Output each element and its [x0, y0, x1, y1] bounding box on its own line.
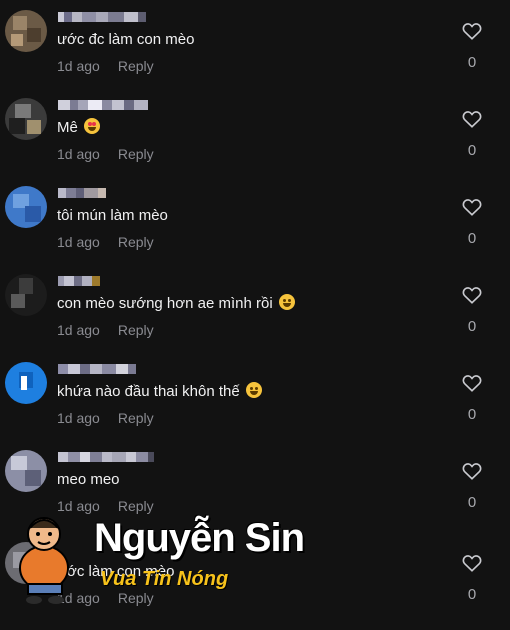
heart-eyes-emoji [84, 118, 101, 134]
like-count: 0 [467, 230, 477, 247]
like-button[interactable] [460, 462, 484, 480]
like-button[interactable] [460, 110, 484, 128]
avatar[interactable] [5, 10, 47, 52]
heart-icon [462, 199, 482, 216]
reply-button[interactable]: Reply [118, 146, 154, 162]
reply-button[interactable]: Reply [118, 58, 154, 74]
heart-icon [462, 111, 482, 128]
comment-text: tôi mún làm mèo [57, 207, 168, 224]
comment-text: meo meo [57, 471, 120, 488]
username-blurred[interactable] [58, 364, 136, 376]
comment-meta: 1d ago Reply [57, 410, 154, 426]
laughing-emoji [245, 382, 262, 398]
avatar[interactable] [5, 186, 47, 228]
comment-item: Mê 1d ago Reply 0 [0, 98, 510, 186]
comment-time: 1d ago [57, 146, 100, 162]
comment-text: con mèo sướng hơn ae mình rồi [57, 294, 295, 314]
comment-time: 1d ago [57, 322, 100, 338]
avatar[interactable] [5, 274, 47, 316]
avatar[interactable] [5, 450, 47, 492]
grinning-sweat-emoji [278, 294, 295, 310]
username-blurred[interactable] [58, 452, 154, 464]
watermark: Nguyễn Sin Vua Tin Nóng [8, 506, 305, 611]
comment-time: 1d ago [57, 410, 100, 426]
like-button[interactable] [460, 198, 484, 216]
like-button[interactable] [460, 554, 484, 572]
comment-time: 1d ago [57, 58, 100, 74]
comment-meta: 1d ago Reply [57, 58, 154, 74]
watermark-name: Nguyễn Sin [94, 516, 305, 560]
like-button[interactable] [460, 22, 484, 40]
comment-text: Mê [57, 118, 101, 138]
like-count: 0 [467, 406, 477, 423]
heart-icon [462, 555, 482, 572]
username-blurred[interactable] [58, 188, 106, 200]
like-count: 0 [467, 142, 477, 159]
mascot-icon [19, 517, 69, 604]
heart-icon [462, 463, 482, 480]
comment-text: khứa nào đầu thai khôn thế [57, 382, 262, 402]
avatar[interactable] [5, 98, 47, 140]
heart-icon [462, 287, 482, 304]
like-count: 0 [467, 54, 477, 71]
username-blurred[interactable] [58, 12, 146, 24]
watermark-tagline: Vua Tin Nóng [100, 568, 229, 590]
comment-meta: 1d ago Reply [57, 234, 154, 250]
like-button[interactable] [460, 286, 484, 304]
like-button[interactable] [460, 374, 484, 392]
username-blurred[interactable] [58, 276, 100, 288]
comment-time: 1d ago [57, 234, 100, 250]
heart-icon [462, 23, 482, 40]
comment-item: khứa nào đầu thai khôn thế 1d ago Reply 0 [0, 362, 510, 450]
like-count: 0 [467, 586, 477, 603]
comment-text: ước đc làm con mèo [57, 31, 195, 48]
reply-button[interactable]: Reply [118, 234, 154, 250]
reply-button[interactable]: Reply [118, 322, 154, 338]
like-count: 0 [467, 318, 477, 335]
reply-button[interactable]: Reply [118, 410, 154, 426]
comment-meta: 1d ago Reply [57, 322, 154, 338]
comment-item: tôi mún làm mèo 1d ago Reply 0 [0, 186, 510, 274]
username-blurred[interactable] [58, 100, 148, 112]
comment-item: ước đc làm con mèo 1d ago Reply 0 [0, 10, 510, 98]
comment-item: con mèo sướng hơn ae mình rồi 1d ago Repl… [0, 274, 510, 362]
heart-icon [462, 375, 482, 392]
comment-meta: 1d ago Reply [57, 146, 154, 162]
avatar[interactable] [5, 362, 47, 404]
like-count: 0 [467, 494, 477, 511]
